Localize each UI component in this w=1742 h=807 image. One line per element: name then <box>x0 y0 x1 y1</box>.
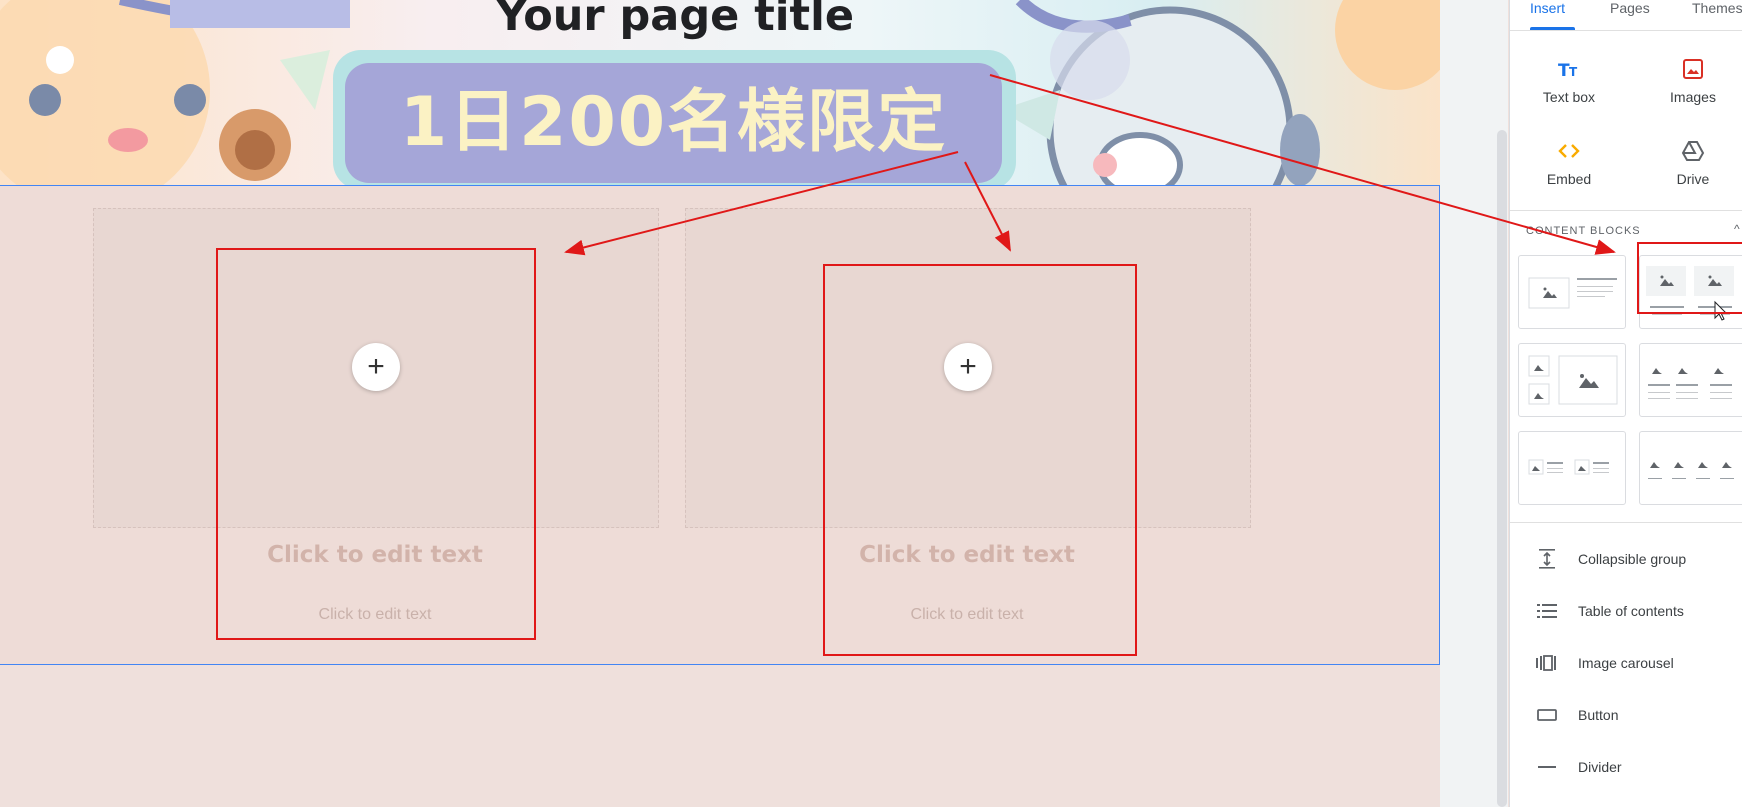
svg-text:T: T <box>1569 65 1578 79</box>
promo-label: 1日200名様限定 <box>345 63 1002 183</box>
image-carousel-label: Image carousel <box>1578 655 1674 671</box>
collapsible-group-label: Collapsible group <box>1578 551 1687 567</box>
header-banner[interactable]: Your page title 1日200名様限定 <box>0 0 1440 185</box>
divider-item[interactable]: Divider <box>1510 747 1742 787</box>
divider-label: Divider <box>1578 759 1622 775</box>
text-box-label: Text box <box>1542 89 1596 105</box>
image-carousel-icon <box>1536 655 1558 671</box>
table-of-contents-icon <box>1536 603 1558 619</box>
text-box-button[interactable]: TT Text box <box>1514 55 1624 105</box>
annotation-box-layout <box>1637 242 1742 314</box>
collapse-chevron-icon[interactable]: ^ <box>1734 222 1740 236</box>
annotation-box-right <box>823 264 1137 656</box>
button-label: Button <box>1578 707 1619 723</box>
images-label: Images <box>1670 89 1716 105</box>
panel-section-divider <box>1510 210 1742 211</box>
image-carousel-item[interactable]: Image carousel <box>1510 643 1742 683</box>
drive-button[interactable]: Drive <box>1638 137 1742 187</box>
layout-four-images[interactable] <box>1639 431 1742 505</box>
tab-bar-divider <box>1510 30 1742 31</box>
table-of-contents-label: Table of contents <box>1578 603 1684 619</box>
embed-button[interactable]: Embed <box>1514 137 1624 187</box>
content-blocks-header: CONTENT BLOCKS <box>1526 225 1641 237</box>
image-icon <box>1638 55 1742 83</box>
annotation-box-left <box>216 248 536 640</box>
tab-insert[interactable]: Insert <box>1530 0 1565 30</box>
divider-icon <box>1536 764 1558 770</box>
tab-themes[interactable]: Themes <box>1692 0 1742 30</box>
panel-list-divider <box>1510 522 1742 523</box>
page-title[interactable]: Your page title <box>420 0 930 46</box>
tab-pages[interactable]: Pages <box>1610 0 1650 30</box>
layout-three-images-with-text[interactable] <box>1639 343 1742 417</box>
drive-icon <box>1638 137 1742 165</box>
site-canvas: Your page title 1日200名様限定 + + Click to e… <box>0 0 1440 807</box>
layout-image-grid[interactable] <box>1518 343 1626 417</box>
drive-label: Drive <box>1676 171 1710 187</box>
images-button[interactable]: Images <box>1638 55 1742 105</box>
button-icon <box>1536 708 1558 722</box>
scrollbar-thumb[interactable] <box>1497 130 1507 807</box>
collapsible-group-icon <box>1536 548 1558 570</box>
insert-panel: Insert Pages Themes TT Text box Images E… <box>1509 0 1742 807</box>
layout-two-small-images-text[interactable] <box>1518 431 1626 505</box>
embed-code-icon <box>1514 137 1624 165</box>
table-of-contents-item[interactable]: Table of contents <box>1510 591 1742 631</box>
button-item[interactable]: Button <box>1510 695 1742 735</box>
collapsible-group-item[interactable]: Collapsible group <box>1510 539 1742 579</box>
text-box-icon: TT <box>1514 55 1624 83</box>
embed-label: Embed <box>1546 171 1592 187</box>
layout-image-with-text[interactable] <box>1518 255 1626 329</box>
